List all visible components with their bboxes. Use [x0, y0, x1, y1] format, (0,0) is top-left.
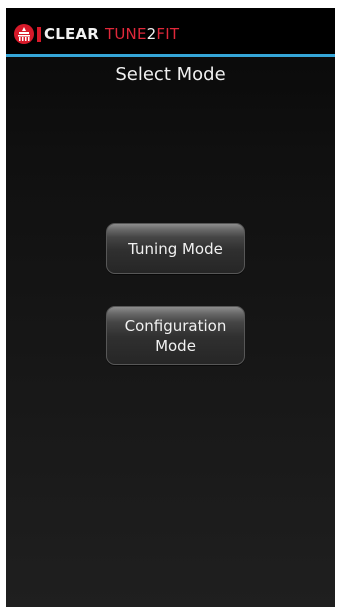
- brand-two: 2: [146, 25, 157, 43]
- tuning-mode-button[interactable]: Tuning Mode: [106, 223, 245, 274]
- brand-tune: TUNE: [104, 25, 147, 43]
- header-accent-line: [6, 54, 335, 57]
- brand-logo: CLEAR TUNE2FIT: [44, 24, 179, 44]
- hearing-icon: [14, 24, 34, 44]
- app-screen: CLEAR TUNE2FIT Select Mode Tuning Mode Co…: [6, 8, 335, 607]
- brand-fit: FIT: [156, 25, 180, 43]
- app-header: CLEAR TUNE2FIT: [6, 8, 335, 54]
- configuration-mode-button[interactable]: Configuration Mode: [106, 306, 245, 365]
- logo-divider: [37, 27, 41, 42]
- page-title: Select Mode: [115, 64, 226, 85]
- brand-clear: CLEAR: [44, 25, 99, 43]
